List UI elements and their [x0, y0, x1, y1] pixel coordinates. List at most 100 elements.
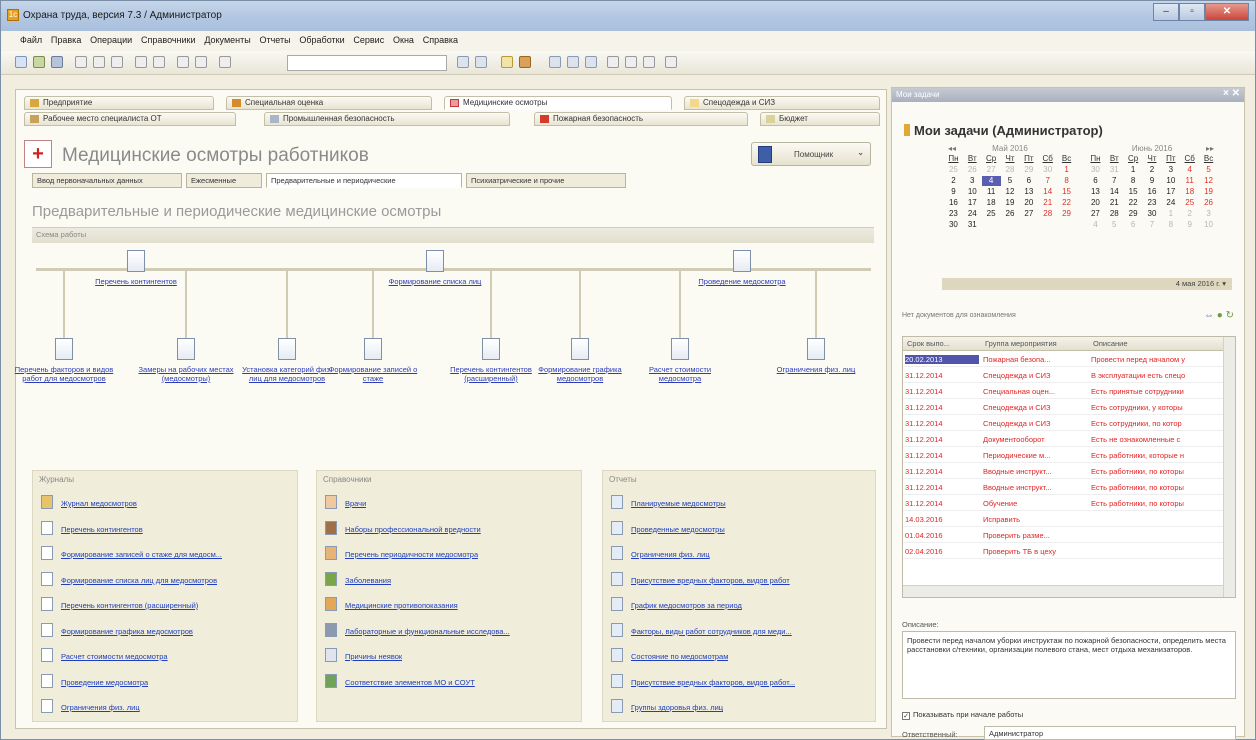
- table-row[interactable]: 01.04.2016 Проверить разме...: [903, 528, 1223, 543]
- calendar-day[interactable]: 12: [1001, 187, 1020, 197]
- calendar-day[interactable]: 21: [1038, 198, 1057, 208]
- menu-operations[interactable]: Операции: [87, 31, 135, 49]
- table-row[interactable]: 31.12.2014 Спецодежда и СИЗ В эксплуатации…: [903, 368, 1223, 383]
- minimize-button[interactable]: –: [1153, 3, 1179, 21]
- calendar-day[interactable]: 1: [1161, 209, 1180, 219]
- scheme-node[interactable]: Замеры на рабочих местах (медосмотры): [136, 338, 236, 383]
- open-icon[interactable]: [33, 56, 45, 68]
- calendar-icon[interactable]: [549, 56, 561, 68]
- menu-reports[interactable]: Отчеты: [257, 31, 294, 49]
- list-item[interactable]: Состояние по медосмотрам: [611, 646, 861, 672]
- calendar-day[interactable]: 3: [963, 176, 982, 186]
- calendar-day[interactable]: 17: [1161, 187, 1180, 197]
- subtab-shift[interactable]: Ежесменные: [186, 173, 262, 188]
- preview-icon[interactable]: [153, 56, 165, 68]
- calendar-day[interactable]: 11: [1180, 176, 1199, 186]
- calendar-day[interactable]: 25: [982, 209, 1001, 219]
- list-item[interactable]: Лабораторные и функциональные исследова.…: [325, 621, 575, 647]
- calendar-day[interactable]: 23: [944, 209, 963, 219]
- calendar-day[interactable]: 22: [1124, 198, 1143, 208]
- calendar-day[interactable]: 16: [1143, 187, 1162, 197]
- calendar-day[interactable]: 30: [944, 220, 963, 230]
- list-item[interactable]: Формирование списка лиц для медосмотров: [41, 570, 291, 596]
- settings-icon[interactable]: [665, 56, 677, 68]
- calendar-day[interactable]: 30: [1038, 165, 1057, 175]
- calendar-day[interactable]: 29: [1124, 209, 1143, 219]
- calendar-day[interactable]: 8: [1057, 176, 1076, 186]
- list-item[interactable]: Расчет стоимости медосмотра: [41, 646, 291, 672]
- calendar-day[interactable]: 26: [963, 165, 982, 175]
- today-selector[interactable]: 4 мая 2016 г. ▾: [942, 278, 1232, 290]
- calendar-day[interactable]: 27: [982, 165, 1001, 175]
- calendar-day[interactable]: 8: [1124, 176, 1143, 186]
- list-item[interactable]: Присутствие вредных факторов, видов рабо…: [611, 570, 861, 596]
- copy-icon[interactable]: [93, 56, 105, 68]
- next-month-icon[interactable]: ▸▸: [1206, 144, 1214, 153]
- calendar-day[interactable]: 6: [1086, 176, 1105, 186]
- horizontal-scrollbar[interactable]: [903, 585, 1223, 597]
- calendar-day[interactable]: 2: [1180, 209, 1199, 219]
- calendar-day[interactable]: 5: [1001, 176, 1020, 186]
- table-row[interactable]: 02.04.2016 Проверить ТБ в цеху: [903, 544, 1223, 559]
- scheme-node[interactable]: Расчет стоимости медосмотра: [630, 338, 730, 383]
- calendar-day[interactable]: 15: [1124, 187, 1143, 197]
- calendar-day[interactable]: 3: [1199, 209, 1218, 219]
- refresh-icon[interactable]: [501, 56, 513, 68]
- calendar-day[interactable]: 4: [1180, 165, 1199, 175]
- calendar-day[interactable]: 28: [1001, 165, 1020, 175]
- forward-icon[interactable]: [195, 56, 207, 68]
- calendar-day[interactable]: 3: [1161, 165, 1180, 175]
- table-icon[interactable]: [567, 56, 579, 68]
- calendar-day[interactable]: 19: [1001, 198, 1020, 208]
- back-icon[interactable]: [177, 56, 189, 68]
- tab-ot-workplace[interactable]: Рабочее место специалиста ОТ: [24, 112, 236, 126]
- calendar-june[interactable]: Июнь 2016 ▸▸ Пн Вт Ср Чт Пт Сб Вс 30 31 1 2 3 4 5 6 7 8 9 1…: [1086, 144, 1218, 230]
- calendar-day[interactable]: 21: [1105, 198, 1124, 208]
- table-row[interactable]: 14.03.2016 Исправить: [903, 512, 1223, 527]
- calendar-day[interactable]: 19: [1199, 187, 1218, 197]
- prev-month-icon[interactable]: ◂◂: [948, 144, 956, 153]
- calendar-day[interactable]: 9: [1143, 176, 1162, 186]
- list-item[interactable]: Перечень периодичности медосмотра: [325, 544, 575, 570]
- list-item[interactable]: Присутствие вредных факторов, видов рабо…: [611, 672, 861, 698]
- scheme-node[interactable]: Формирование списка лиц: [385, 250, 485, 286]
- list-item[interactable]: Соответствие элементов МО и СОУТ: [325, 672, 575, 698]
- table-row[interactable]: 31.12.2014 Спецодежда и СИЗ Есть сотрудник…: [903, 416, 1223, 431]
- calendar-day[interactable]: 31: [1105, 165, 1124, 175]
- close-button[interactable]: ✕: [1205, 3, 1249, 21]
- search-input[interactable]: [287, 55, 447, 71]
- list-item[interactable]: Формирование записей о стаже для медосм.…: [41, 544, 291, 570]
- scheme-node[interactable]: Формирование графика медосмотров: [530, 338, 630, 383]
- scheme-node[interactable]: Формирование записей о стаже: [323, 338, 423, 383]
- subtab-psychiatric[interactable]: Психиатрические и прочие: [466, 173, 626, 188]
- calendar-day[interactable]: 4: [1086, 220, 1105, 230]
- chart-icon[interactable]: [585, 56, 597, 68]
- menu-file[interactable]: Файл: [17, 31, 45, 49]
- calendar-day[interactable]: 26: [1199, 198, 1218, 208]
- list-item[interactable]: Факторы, виды работ сотрудников для меди…: [611, 621, 861, 647]
- calendar-day[interactable]: 6: [1019, 176, 1038, 186]
- calendar-day[interactable]: 30: [1143, 209, 1162, 219]
- calendar-day[interactable]: 7: [1143, 220, 1162, 230]
- list-item[interactable]: Планируемые медосмотры: [611, 493, 861, 519]
- filter-off-icon[interactable]: [475, 56, 487, 68]
- calendar-day[interactable]: 14: [1038, 187, 1057, 197]
- add-icon[interactable]: ●: [1217, 310, 1223, 321]
- tab-workwear[interactable]: Спецодежда и СИЗ: [684, 96, 880, 110]
- calendar-day[interactable]: 16: [944, 198, 963, 208]
- calendar-day[interactable]: 20: [1019, 198, 1038, 208]
- calendar-day[interactable]: 30: [1086, 165, 1105, 175]
- calendar-day[interactable]: 24: [963, 209, 982, 219]
- menu-edit[interactable]: Правка: [48, 31, 84, 49]
- calendar-day[interactable]: 7: [1105, 176, 1124, 186]
- calendar-day[interactable]: 6: [1124, 220, 1143, 230]
- vertical-scrollbar[interactable]: [1223, 337, 1235, 597]
- close-icon[interactable]: × ✕: [1223, 88, 1240, 99]
- find-icon[interactable]: [219, 56, 231, 68]
- calendar-day[interactable]: 25: [1180, 198, 1199, 208]
- tab-budget[interactable]: Бюджет: [760, 112, 880, 126]
- scheme-node[interactable]: Установка категорий физ. лиц для медосмо…: [237, 338, 337, 383]
- tab-medical[interactable]: Медицинские осмотры: [444, 96, 672, 110]
- show-on-start-checkbox[interactable]: ✓ Показывать при начале работы: [902, 710, 1023, 720]
- calendar-day[interactable]: 27: [1019, 209, 1038, 219]
